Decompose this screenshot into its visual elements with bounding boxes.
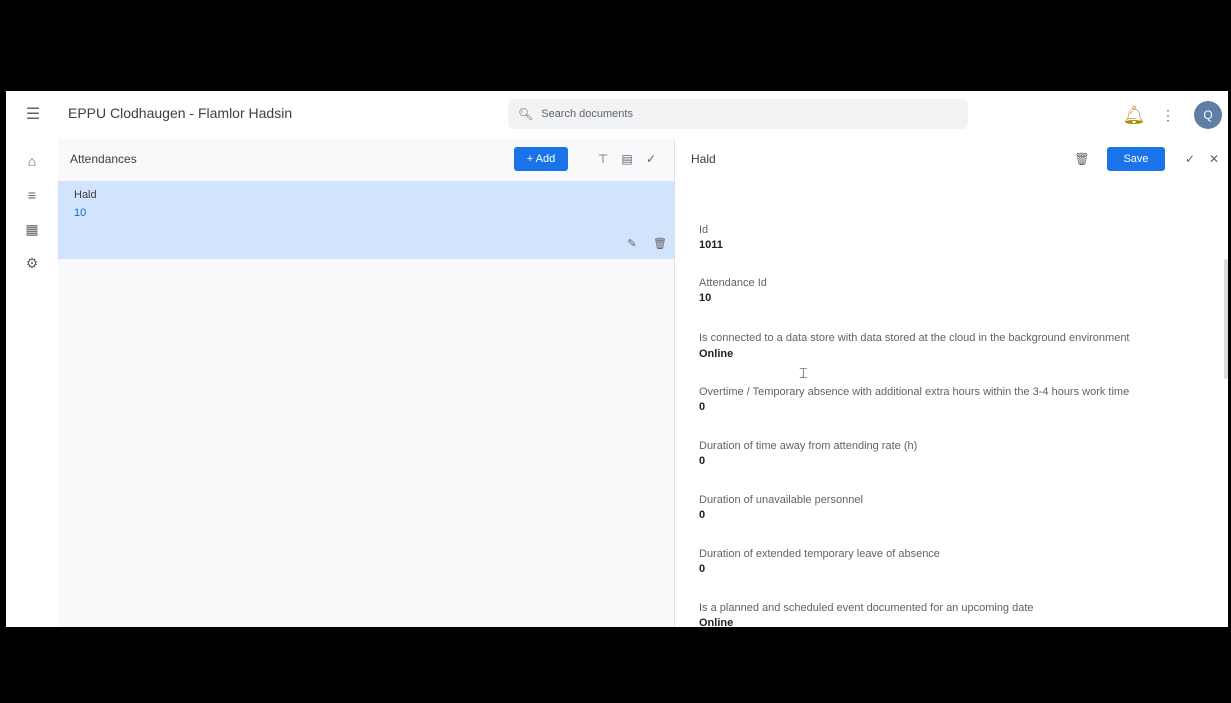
settings-icon[interactable]: ⚙ bbox=[20, 251, 44, 275]
list-pane: Attendances + Add ⊤ ▤ ✓ Hald 10 ✎ 🗑︎ bbox=[58, 139, 675, 627]
video-frame: ☰ EPPU Clodhaugen - Flamlor Hadsin 🔍︎ Se… bbox=[0, 0, 1231, 703]
edit-icon[interactable]: ✎ bbox=[624, 235, 640, 251]
add-button[interactable]: + Add bbox=[514, 147, 568, 171]
check-icon[interactable]: ✓ bbox=[642, 150, 660, 168]
field-value[interactable]: 10 bbox=[699, 292, 711, 304]
search-bar[interactable]: 🔍︎ Search documents bbox=[508, 99, 968, 129]
field-label: Overtime / Temporary absence with additi… bbox=[699, 386, 1130, 398]
field-label: Is connected to a data store with data s… bbox=[699, 332, 1130, 344]
mouse-cursor-icon: ⌶ bbox=[799, 365, 808, 381]
field-value[interactable]: 1011 bbox=[699, 239, 723, 251]
field-label: Is a planned and scheduled event documen… bbox=[699, 602, 1034, 614]
list-pane-title: Attendances bbox=[70, 152, 137, 166]
more-vert-icon[interactable]: ⋮ bbox=[1158, 103, 1178, 127]
scrollbar[interactable] bbox=[1224, 259, 1228, 379]
field-value[interactable]: 0 bbox=[699, 455, 705, 467]
field-value[interactable]: 0 bbox=[699, 509, 705, 521]
list-item-name: Hald bbox=[74, 189, 97, 201]
field-label: Attendance Id bbox=[699, 277, 767, 289]
field-value[interactable]: 0 bbox=[699, 401, 705, 413]
sidebar: ⌂ ≡ ▦ ⚙ bbox=[6, 139, 58, 627]
field-label: Duration of unavailable personnel bbox=[699, 494, 863, 506]
save-button[interactable]: Save bbox=[1107, 147, 1165, 171]
delete-icon[interactable]: 🗑︎ bbox=[1073, 150, 1091, 168]
detail-pane: Hald 🗑︎ Save ✓ ✕ Id 1011 Attendance Id 1… bbox=[675, 139, 1228, 627]
view-icon[interactable]: ▤ bbox=[618, 150, 636, 168]
check-icon[interactable]: ✓ bbox=[1181, 150, 1199, 168]
search-placeholder: Search documents bbox=[541, 108, 633, 120]
close-icon[interactable]: ✕ bbox=[1205, 150, 1223, 168]
top-bar: ☰ EPPU Clodhaugen - Flamlor Hadsin 🔍︎ Se… bbox=[6, 91, 1228, 139]
delete-icon[interactable]: 🗑︎ bbox=[652, 235, 668, 251]
field-value[interactable]: 0 bbox=[699, 563, 705, 575]
detail-pane-header: Hald 🗑︎ Save ✓ ✕ bbox=[675, 139, 1228, 179]
search-icon: 🔍︎ bbox=[518, 107, 534, 121]
list-item-subtext: 10 bbox=[74, 207, 87, 219]
field-label: Duration of extended temporary leave of … bbox=[699, 548, 940, 560]
bell-icon[interactable]: 🔔︎ bbox=[1118, 99, 1150, 131]
list-item-selected[interactable]: Hald 10 ✎ 🗑︎ bbox=[58, 181, 674, 259]
list-pane-header: Attendances + Add ⊤ ▤ ✓ bbox=[58, 139, 674, 179]
app-window: ☰ EPPU Clodhaugen - Flamlor Hadsin 🔍︎ Se… bbox=[6, 91, 1228, 627]
field-value[interactable]: Online bbox=[699, 617, 733, 627]
avatar[interactable]: Q bbox=[1194, 101, 1222, 129]
list-icon[interactable]: ≡ bbox=[20, 183, 44, 207]
hamburger-menu-icon[interactable]: ☰ bbox=[24, 105, 42, 123]
calendar-icon[interactable]: ▦ bbox=[20, 217, 44, 241]
home-icon[interactable]: ⌂ bbox=[20, 149, 44, 173]
filter-icon[interactable]: ⊤ bbox=[594, 150, 612, 168]
page-title: EPPU Clodhaugen - Flamlor Hadsin bbox=[68, 105, 293, 121]
field-value[interactable]: Online bbox=[699, 348, 733, 360]
field-label: Id bbox=[699, 224, 709, 236]
detail-pane-title: Hald bbox=[691, 152, 716, 166]
field-label: Duration of time away from attending rat… bbox=[699, 440, 918, 452]
